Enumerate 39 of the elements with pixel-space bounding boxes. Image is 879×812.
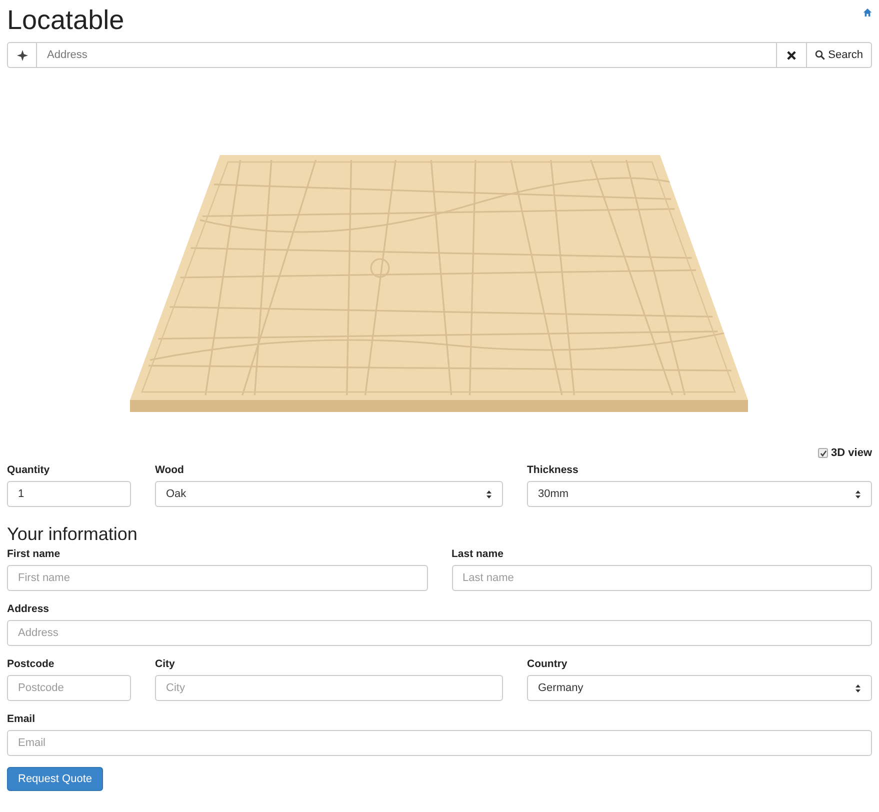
select-arrows-icon (855, 684, 861, 692)
input-field[interactable]: Email (7, 730, 872, 756)
page-title: Locatable (7, 4, 124, 37)
home-icon[interactable] (863, 8, 872, 17)
field-label: Postcode (7, 657, 56, 671)
field-label: Last name (452, 547, 504, 561)
checkbox[interactable] (818, 448, 828, 458)
select-field[interactable]: Germany (527, 675, 872, 701)
checkbox-label: 3D view (831, 447, 872, 459)
search-button[interactable]: Search (807, 42, 872, 68)
field-label: Thickness (527, 463, 580, 477)
select-field[interactable]: 30mm (527, 481, 872, 507)
3d-view-checkbox[interactable]: 3D view (818, 447, 872, 459)
select-arrows-icon (855, 490, 861, 498)
field-label: Country (527, 657, 568, 671)
request-quote-button[interactable]: Request Quote (7, 767, 103, 791)
address-search-field[interactable]: Address (37, 42, 778, 68)
field-label: Email (7, 712, 36, 726)
search-icon (815, 50, 826, 60)
input-field[interactable]: First name (7, 565, 428, 591)
input-field[interactable]: Last name (452, 565, 872, 591)
field-label: First name (7, 547, 62, 561)
input-field[interactable]: Postcode (7, 675, 131, 701)
field-label: Address (7, 602, 50, 616)
locate-button[interactable] (7, 42, 37, 68)
close-icon (787, 50, 796, 60)
clear-button[interactable] (777, 42, 808, 68)
select-value: Germany (538, 682, 584, 694)
select-field[interactable]: Oak (155, 481, 503, 507)
field-label: Wood (155, 463, 185, 477)
input-field[interactable]: City (155, 675, 503, 701)
select-value: 30mm (538, 488, 569, 500)
select-value: Oak (166, 488, 186, 500)
input-field[interactable]: 1 (7, 481, 131, 507)
section-title: Your information (7, 523, 138, 545)
field-label: Quantity (7, 463, 51, 477)
select-arrows-icon (486, 490, 492, 498)
input-field[interactable]: Address (7, 620, 872, 646)
field-label: City (155, 657, 176, 671)
